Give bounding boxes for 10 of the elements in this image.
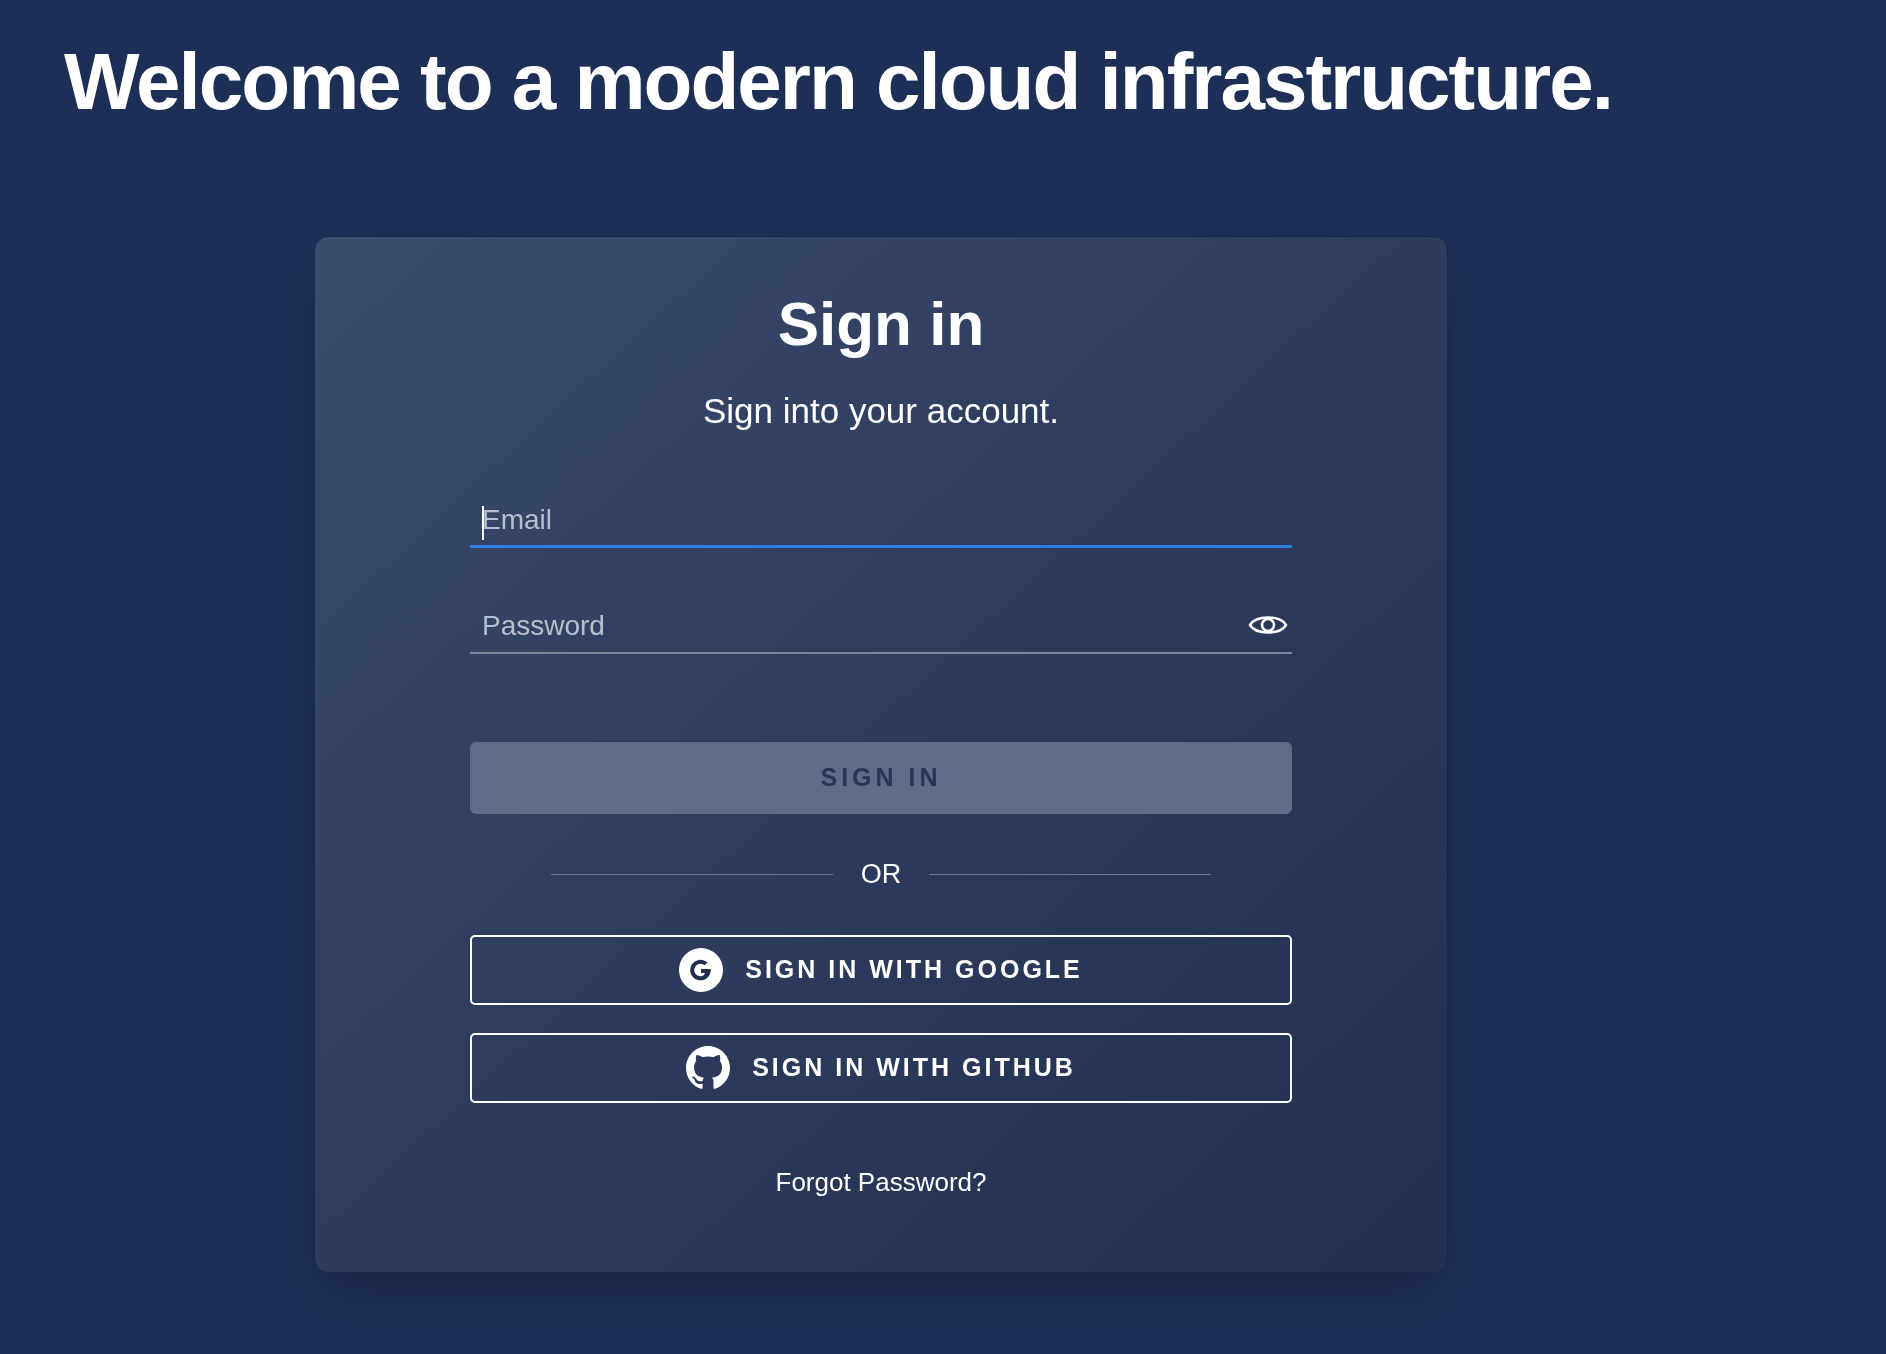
or-divider-label: OR	[860, 858, 902, 891]
google-icon	[679, 947, 724, 992]
google-sign-in-button[interactable]: SIGN IN WITH GOOGLE	[470, 934, 1292, 1005]
password-field[interactable]: Password	[470, 590, 1292, 654]
page-heading: Welcome to a modern cloud infrastructure.	[64, 36, 1612, 122]
card-subtitle: Sign into your account.	[702, 393, 1060, 428]
github-icon	[686, 1045, 731, 1090]
email-field[interactable]: Email	[470, 484, 1292, 548]
github-sign-in-button[interactable]: SIGN IN WITH GITHUB	[470, 1032, 1292, 1103]
forgot-password-link[interactable]: Forgot Password?	[775, 1162, 987, 1202]
